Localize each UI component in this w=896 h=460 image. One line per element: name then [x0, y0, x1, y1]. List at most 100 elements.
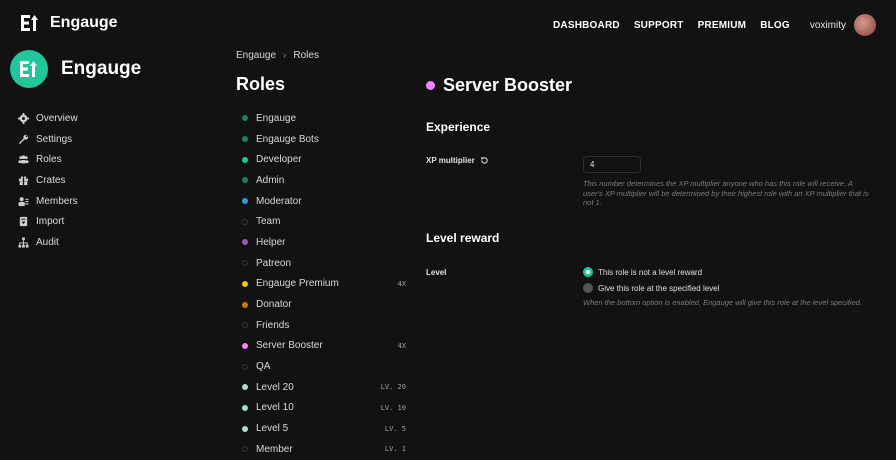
breadcrumb: Engauge › Roles: [236, 50, 412, 61]
sidebar-item-label: Audit: [36, 236, 59, 248]
role-item[interactable]: Level 20 LV. 20: [236, 377, 412, 398]
top-bar: Engauge DASHBOARD SUPPORT PREMIUM BLOG v…: [0, 0, 896, 48]
role-item[interactable]: Admin: [236, 170, 412, 191]
sidebar-item-roles[interactable]: Roles: [10, 149, 210, 170]
gear-icon: [18, 112, 29, 124]
role-item[interactable]: Level 10 LV. 10: [236, 398, 412, 419]
user-menu[interactable]: voximity: [810, 14, 876, 36]
server-title: Engauge: [61, 58, 142, 79]
xp-multiplier-label: XP multiplier: [426, 156, 489, 165]
role-item[interactable]: Team: [236, 211, 412, 232]
avatar: [854, 14, 876, 36]
role-color-dot: [242, 363, 248, 370]
role-color-dot: [426, 81, 435, 90]
role-color-dot: [242, 177, 248, 184]
sidebar-item-overview[interactable]: Overview: [10, 108, 210, 129]
brand-name: Engauge: [50, 14, 118, 31]
nav-dashboard[interactable]: DASHBOARD: [553, 20, 620, 31]
role-name: Member: [256, 443, 293, 455]
role-item[interactable]: Moderator: [236, 191, 412, 212]
role-color-dot: [242, 156, 248, 163]
nav-blog[interactable]: BLOG: [760, 20, 790, 31]
role-color-dot: [242, 280, 248, 287]
role-detail: Server Booster Experience XP multiplier …: [426, 48, 876, 307]
sidebar-item-label: Settings: [36, 133, 73, 145]
role-color-dot: [242, 301, 248, 308]
role-item[interactable]: Helper: [236, 232, 412, 253]
role-name: Donator: [256, 299, 292, 311]
nav-premium[interactable]: PREMIUM: [698, 20, 747, 31]
users-icon: [18, 155, 29, 164]
xp-multiplier-label-text: XP multiplier: [426, 156, 475, 165]
reset-icon[interactable]: [480, 156, 489, 165]
top-nav: DASHBOARD SUPPORT PREMIUM BLOG voximity: [539, 14, 876, 36]
role-badge: LV. 1: [384, 445, 406, 454]
sidebar-item-crates[interactable]: Crates: [10, 170, 210, 191]
brand-link[interactable]: Engauge: [20, 13, 118, 33]
role-badge: LV. 20: [380, 383, 406, 392]
role-name: Engauge Bots: [256, 133, 319, 145]
role-name: Helper: [256, 236, 286, 248]
role-item[interactable]: Engauge Bots: [236, 129, 412, 150]
sidebar-item-settings[interactable]: Settings: [10, 129, 210, 150]
level-reward-help: When the bottom option is enabled, Engau…: [583, 298, 862, 307]
sidebar-item-label: Import: [36, 216, 65, 228]
experience-heading: Experience: [426, 120, 491, 134]
server-logo: [10, 50, 48, 88]
sidebar-item-audit[interactable]: Audit: [10, 232, 210, 253]
role-badge: 4X: [397, 341, 406, 350]
username: voximity: [809, 19, 846, 31]
sidebar: Engauge Overview Settings Roles Crates M…: [10, 48, 210, 253]
role-item[interactable]: QA: [236, 356, 412, 377]
role-color-dot: [242, 322, 248, 329]
breadcrumb-server[interactable]: Engauge: [236, 50, 276, 61]
role-item[interactable]: Developer: [236, 149, 412, 170]
radio-unchecked-icon: [583, 283, 593, 293]
role-color-dot: [242, 404, 248, 411]
role-item[interactable]: Engauge Premium 4X: [236, 274, 412, 295]
roles-list: Engauge Engauge Bots Developer Admin Moderat…: [236, 108, 412, 460]
import-icon: [19, 217, 28, 227]
role-item[interactable]: Server Booster 4X: [236, 336, 412, 357]
role-name: Level 20: [256, 381, 294, 393]
role-item[interactable]: Member LV. 1: [236, 439, 412, 460]
role-name: Engauge: [256, 112, 297, 124]
radio-checked-icon: [583, 267, 593, 277]
role-title: Server Booster: [426, 75, 876, 96]
level-label: Level: [426, 268, 447, 277]
role-color-dot: [242, 260, 248, 267]
roles-panel: Engauge › Roles Roles Engauge Engauge Bot…: [236, 48, 412, 460]
gift-icon: [18, 176, 29, 185]
radio-not-level-reward[interactable]: This role is not a level reward: [583, 267, 702, 277]
role-color-dot: [242, 198, 248, 205]
role-name: Engauge Premium: [256, 278, 339, 290]
sidebar-item-import[interactable]: Import: [10, 211, 210, 232]
level-reward-heading: Level reward: [426, 231, 500, 245]
sidebar-item-members[interactable]: Members: [10, 191, 210, 212]
role-item[interactable]: Level 5 LV. 5: [236, 418, 412, 439]
role-title-text: Server Booster: [443, 75, 573, 95]
xp-multiplier-help: This number determines the XP multiplier…: [583, 179, 869, 207]
role-color-dot: [242, 446, 248, 453]
xp-multiplier-input[interactable]: 4: [583, 156, 641, 173]
role-item[interactable]: Engauge: [236, 108, 412, 129]
radio-give-at-level[interactable]: Give this role at the specified level: [583, 283, 719, 293]
role-name: Team: [256, 216, 281, 228]
server-header: Engauge: [10, 50, 210, 88]
sidebar-menu: Overview Settings Roles Crates Members I…: [10, 108, 210, 253]
role-item[interactable]: Donator: [236, 294, 412, 315]
role-name: QA: [256, 361, 271, 373]
role-name: Patreon: [256, 257, 292, 269]
sidebar-item-label: Roles: [36, 154, 62, 166]
role-name: Admin: [256, 174, 285, 186]
role-color-dot: [242, 425, 248, 432]
engauge-logo-icon: [20, 61, 37, 77]
radio-label: This role is not a level reward: [598, 267, 703, 277]
role-item[interactable]: Friends: [236, 315, 412, 336]
nav-support[interactable]: SUPPORT: [634, 20, 684, 31]
role-name: Developer: [256, 154, 302, 166]
role-badge: LV. 10: [380, 403, 406, 412]
sidebar-item-label: Members: [36, 195, 78, 207]
role-item[interactable]: Patreon: [236, 253, 412, 274]
role-name: Moderator: [256, 195, 302, 207]
